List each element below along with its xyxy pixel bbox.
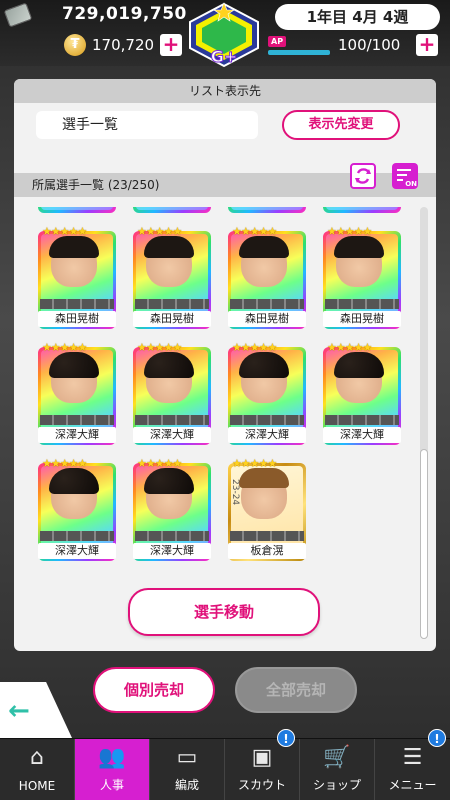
pitch-icon: ▭ [176, 745, 198, 770]
individual-sell-button[interactable]: 個別売却 [93, 667, 215, 713]
player-card[interactable] [133, 207, 211, 213]
ap-label: AP [268, 36, 287, 47]
home-icon: ⌂ [30, 745, 44, 770]
player-card[interactable]: ★★★★★ 森田晃樹 [38, 225, 116, 329]
player-name: 深澤大輝 [323, 427, 401, 443]
player-card[interactable]: ★★★★★ 深澤大輝 [38, 457, 116, 561]
nav-label: メニュー [388, 778, 437, 792]
coin-amount: 170,720 [92, 36, 155, 54]
status-bar: 729,019,750 ₮ 170,720 + G+ 1年目 4月 4週 AP … [0, 0, 450, 68]
player-card[interactable]: ★★★★★ 森田晃樹 [228, 225, 306, 329]
player-card[interactable]: ★★★★★ 深澤大輝 [323, 341, 401, 445]
ap-value: 100/100 [338, 36, 401, 54]
people-icon: 👥 [98, 745, 126, 770]
player-name: 深澤大輝 [38, 543, 116, 559]
rarity-stars: ★★★★★ [327, 225, 372, 238]
coin-icon: ₮ [64, 34, 86, 56]
list-destination-value: 選手一覧 [36, 111, 258, 139]
scout-icon: ▣ [251, 745, 273, 770]
nav-personnel[interactable]: 👥 人事 [75, 739, 150, 800]
nav-label: HOME [18, 779, 56, 793]
filter-on-label: ON [405, 180, 417, 188]
player-card[interactable]: ★★★★★ 深澤大輝 [133, 457, 211, 561]
player-card[interactable]: ★★★★★ 深澤大輝 [38, 341, 116, 445]
rarity-stars: ★★★★★ [327, 341, 372, 354]
add-ap-button[interactable]: + [416, 34, 438, 56]
rarity-stars: ★★★★★ [232, 341, 277, 354]
player-name: 森田晃樹 [323, 311, 401, 327]
nav-label: スカウト [237, 778, 286, 792]
ap-gauge [268, 50, 330, 55]
cart-icon: 🛒 [323, 745, 351, 770]
player-name: 森田晃樹 [38, 311, 116, 327]
rarity-stars: ★★★★★ [42, 341, 87, 354]
roster-panel: リスト表示先 選手一覧 表示先変更 所属選手一覧 (23/250) ON ★★★… [14, 79, 436, 651]
player-card[interactable]: ★★★★★ 森田晃樹 [133, 225, 211, 329]
player-card[interactable] [228, 207, 306, 213]
roster-scrollbar-thumb[interactable] [420, 449, 428, 639]
nav-formation[interactable]: ▭ 編成 [150, 739, 225, 800]
player-name: 深澤大輝 [133, 427, 211, 443]
rarity-stars: ★★★★★ [232, 457, 277, 470]
player-card[interactable]: ★★★★★ 深澤大輝 [228, 341, 306, 445]
move-player-button[interactable]: 選手移動 [128, 588, 320, 636]
player-card[interactable] [323, 207, 401, 213]
player-card[interactable] [38, 207, 116, 213]
player-card[interactable]: ★★★★★ 23-24 板倉滉 [228, 457, 306, 561]
rarity-stars: ★★★★★ [232, 225, 277, 238]
bottom-navigation: ⌂ HOME 👥 人事 ▭ 編成 ▣ スカウト ! 🛒 ショップ ☰ メニュー … [0, 729, 450, 800]
menu-icon: ☰ [402, 745, 423, 770]
nav-label: 人事 [99, 778, 124, 792]
nav-label: 編成 [174, 778, 199, 792]
season-label: 23-24 [230, 479, 240, 506]
player-name: 森田晃樹 [228, 311, 306, 327]
notification-badge: ! [428, 729, 446, 747]
rarity-stars: ★★★★★ [137, 341, 182, 354]
back-arrow-icon: ← [8, 696, 30, 726]
player-name: 深澤大輝 [38, 427, 116, 443]
bulk-sell-button[interactable]: 全部売却 [235, 667, 357, 713]
notification-badge: ! [277, 729, 295, 747]
money-amount: 729,019,750 [62, 4, 187, 24]
player-name: 深澤大輝 [228, 427, 306, 443]
nav-menu[interactable]: ☰ メニュー ! [375, 729, 450, 800]
rarity-stars: ★★★★★ [137, 225, 182, 238]
change-destination-button[interactable]: 表示先変更 [282, 110, 400, 140]
player-name: 森田晃樹 [133, 311, 211, 327]
club-logo[interactable]: G+ [186, 2, 262, 68]
player-name: 板倉滉 [228, 543, 306, 559]
nav-scout[interactable]: ▣ スカウト ! [225, 729, 300, 800]
list-destination-header: リスト表示先 [14, 79, 436, 103]
player-name: 深澤大輝 [133, 543, 211, 559]
player-card[interactable]: ★★★★★ 深澤大輝 [133, 341, 211, 445]
game-date: 1年目 4月 4週 [275, 4, 440, 30]
player-card-grid: ★★★★★ 森田晃樹 ★★★★★ 森田晃樹 ★★★★★ 森田晃樹 ★★★★★ 森田晃樹 … [22, 207, 418, 639]
logo-text: G+ [211, 47, 238, 66]
rarity-stars: ★★★★★ [42, 457, 87, 470]
add-coins-button[interactable]: + [160, 34, 182, 56]
rarity-stars: ★★★★★ [42, 225, 87, 238]
nav-home[interactable]: ⌂ HOME [0, 739, 75, 800]
nav-label: ショップ [312, 778, 361, 792]
rarity-stars: ★★★★★ [137, 457, 182, 470]
player-card[interactable]: ★★★★★ 森田晃樹 [323, 225, 401, 329]
filter-icon[interactable]: ON [392, 163, 418, 189]
nav-shop[interactable]: 🛒 ショップ [300, 739, 375, 800]
money-icon [3, 2, 33, 28]
sort-toggle-icon[interactable] [350, 163, 376, 189]
